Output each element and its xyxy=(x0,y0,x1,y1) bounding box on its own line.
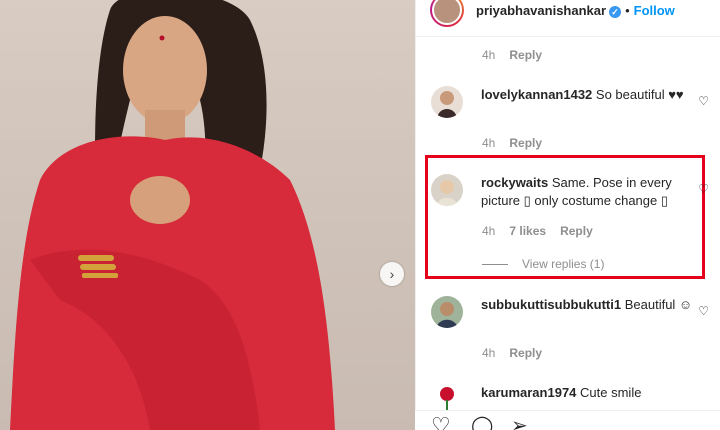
post-header: priyabhavanishankar ✓ • Follow xyxy=(416,0,720,32)
header-separator: • xyxy=(625,2,630,18)
verified-icon: ✓ xyxy=(609,5,622,18)
comment-meta: 4h Reply xyxy=(482,136,556,150)
replies-divider xyxy=(482,264,508,266)
view-replies-label[interactable]: View replies (1) xyxy=(522,257,604,271)
commenter-avatar[interactable] xyxy=(431,86,463,118)
comment-meta-previous: 4h Reply xyxy=(482,48,556,62)
comment-body: karumaran1974 Cute smile xyxy=(481,384,706,402)
reply-button[interactable]: Reply xyxy=(509,48,542,62)
commenter-username[interactable]: lovelykannan1432 xyxy=(481,87,592,102)
reply-button[interactable]: Reply xyxy=(509,346,542,360)
comment-text: Beautiful ☺ xyxy=(624,297,693,312)
portrait-illustration xyxy=(10,0,335,430)
post-image[interactable]: › xyxy=(0,0,415,430)
comment-text: So beautiful ♥♥ xyxy=(595,87,684,102)
comment-body: lovelykannan1432 So beautiful ♥♥ xyxy=(481,86,706,104)
author-avatar[interactable] xyxy=(430,0,464,27)
like-comment-icon[interactable]: ♡ xyxy=(698,182,709,196)
author-username-text[interactable]: priyabhavanishankar xyxy=(476,3,606,18)
comment-time: 4h xyxy=(482,346,496,360)
header-divider xyxy=(416,36,720,37)
follow-button[interactable]: Follow xyxy=(634,3,675,18)
commenter-username[interactable]: rockywaits xyxy=(481,175,548,190)
comment-time: 4h xyxy=(482,48,496,62)
comment-meta: 4h Reply xyxy=(482,346,556,360)
reply-button[interactable]: Reply xyxy=(560,224,593,238)
commenter-avatar[interactable] xyxy=(431,174,463,206)
view-replies-button[interactable]: View replies (1) xyxy=(482,257,604,271)
comment-icon[interactable]: ◯ xyxy=(471,415,493,430)
carousel-next-button[interactable]: › xyxy=(380,262,404,286)
commenter-username[interactable]: karumaran1974 xyxy=(481,385,576,400)
like-comment-icon[interactable]: ♡ xyxy=(698,304,709,318)
comment-meta: 4h 7 likes Reply xyxy=(482,224,607,238)
post-action-bar: ♡ ◯ ➢ xyxy=(415,410,720,430)
comment-body: rockywaits Same. Pose in every picture ▯… xyxy=(481,174,706,210)
comment-text: Cute smile xyxy=(580,385,642,400)
comment-time: 4h xyxy=(482,136,496,150)
comment-likes[interactable]: 7 likes xyxy=(509,224,546,238)
like-comment-icon[interactable]: ♡ xyxy=(698,94,709,108)
like-icon[interactable]: ♡ xyxy=(431,415,451,430)
reply-button[interactable]: Reply xyxy=(509,136,542,150)
comment-time: 4h xyxy=(482,224,496,238)
comment-body: subbukuttisubbukutti1 Beautiful ☺ xyxy=(481,296,706,314)
commenter-username[interactable]: subbukuttisubbukutti1 xyxy=(481,297,621,312)
commenter-avatar[interactable] xyxy=(431,296,463,328)
share-icon[interactable]: ➢ xyxy=(511,415,528,430)
author-username[interactable]: priyabhavanishankar ✓ xyxy=(476,3,622,18)
